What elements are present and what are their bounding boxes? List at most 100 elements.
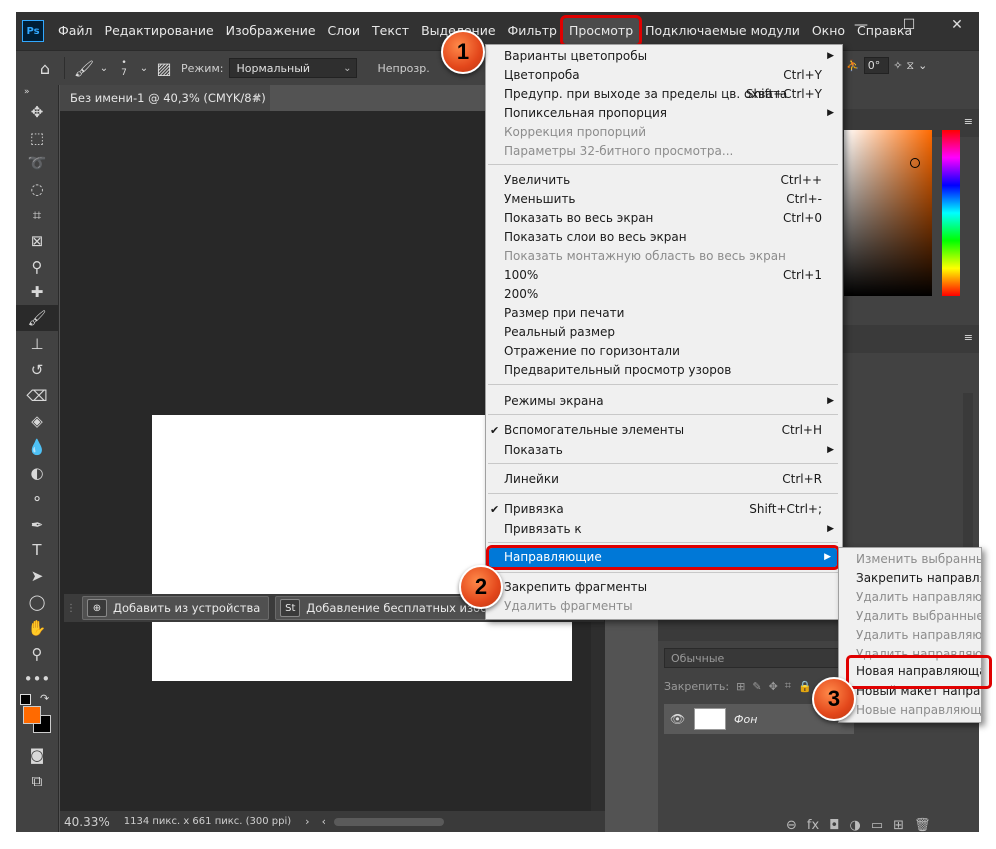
view-menu-item[interactable]: Предварительный просмотр узоров — [486, 361, 840, 380]
lock-transparency-icon[interactable]: ⊞ — [736, 680, 745, 693]
symmetry-icon[interactable]: ⧖ — [906, 59, 914, 73]
view-menu-item[interactable]: Увеличить Ctrl++ — [486, 171, 840, 190]
home-icon[interactable]: ⌂ — [32, 55, 58, 81]
view-menu-item[interactable]: 100% Ctrl+1 — [486, 266, 840, 285]
view-menu-item[interactable]: Привязать к ▶ — [486, 520, 840, 539]
dodge-tool-icon[interactable]: ◐ — [16, 460, 58, 486]
eyedropper-tool-icon[interactable]: ⚲ — [16, 254, 58, 280]
add-mask-icon[interactable]: ◘ — [829, 818, 839, 832]
stamp-tool-icon[interactable]: ⊥ — [16, 331, 58, 357]
swap-colors-icon[interactable]: ↷ — [40, 692, 49, 705]
move-tool-icon[interactable]: ✥ — [16, 99, 58, 125]
view-menu-item[interactable]: Отражение по горизонтали — [486, 342, 840, 361]
drag-handle-icon[interactable]: ⋮ — [66, 603, 76, 614]
guides-submenu-item[interactable]: Закрепить направляю — [839, 569, 981, 588]
default-colors-icon[interactable] — [20, 694, 31, 706]
view-menu-item-guides[interactable]: Направляющие ▶ — [486, 545, 840, 570]
chevron-down-icon[interactable]: ⌄ — [918, 59, 927, 72]
crop-tool-icon[interactable]: ⌗ — [16, 202, 58, 228]
link-layers-icon[interactable]: ⊖ — [786, 818, 797, 832]
view-menu-item[interactable]: Цветопроба Ctrl+Y — [486, 66, 840, 85]
view-menu-item[interactable]: Линейки Ctrl+R — [486, 470, 840, 489]
view-menu-item[interactable]: Варианты цветопробы ▶ — [486, 47, 840, 66]
view-menu-item[interactable]: ✔ Вспомогательные элементы Ctrl+H — [486, 421, 840, 440]
quick-select-tool-icon[interactable]: ◌ — [16, 176, 58, 202]
color-spectrum[interactable] — [844, 130, 932, 296]
healing-brush-tool-icon[interactable]: ✚ — [16, 280, 58, 306]
smudge-tool-icon[interactable]: ⚬ — [16, 486, 58, 512]
view-menu-item[interactable]: Закрепить фрагменты — [486, 578, 840, 597]
airbrush-icon[interactable]: ⛹ — [846, 59, 860, 72]
blend-mode-select[interactable]: Обычные — [664, 648, 850, 668]
menu-filter[interactable]: Фильтр — [502, 18, 563, 44]
quick-mask-icon[interactable]: ◙ — [16, 742, 58, 768]
view-menu-item[interactable]: Показать во весь экран Ctrl+0 — [486, 209, 840, 228]
lock-all-icon[interactable]: 🔒 — [798, 680, 812, 693]
ellipse-tool-icon[interactable]: ◯ — [16, 589, 58, 615]
menu-layers[interactable]: Слои — [322, 18, 367, 44]
hand-tool-icon[interactable]: ✋ — [16, 615, 58, 641]
brush-tool-icon[interactable]: 🖌 — [16, 305, 58, 332]
brush-preset-icon[interactable]: 🖌 — [71, 55, 97, 81]
menu-type[interactable]: Текст — [366, 18, 415, 44]
adjustment-layer-icon[interactable]: ◑ — [849, 818, 860, 832]
menu-edit[interactable]: Редактирование — [99, 18, 220, 44]
minimize-icon[interactable]: — — [838, 12, 884, 38]
frame-tool-icon[interactable]: ⊠ — [16, 228, 58, 254]
fx-icon[interactable]: fx — [807, 818, 819, 832]
paint-bucket-tool-icon[interactable]: ◈ — [16, 409, 58, 435]
eye-icon[interactable]: 👁 — [670, 712, 685, 726]
marquee-tool-icon[interactable]: ⬚ — [16, 125, 58, 151]
zoom-level[interactable]: 40.33% — [64, 815, 110, 829]
more-tools-icon[interactable]: ••• — [16, 667, 58, 693]
history-brush-tool-icon[interactable]: ↺ — [16, 357, 58, 383]
panel-menu-icon[interactable]: ≡ — [964, 331, 973, 344]
brush-size-picker[interactable]: • 7 — [111, 55, 137, 81]
screen-mode-icon[interactable]: ⧉ — [16, 768, 58, 794]
menu-file[interactable]: Файл — [52, 18, 99, 44]
document-tab[interactable]: Без имени-1 @ 40,3% (CMYK/8#) ✕ — [60, 85, 270, 111]
lock-artboard-icon[interactable]: ⌗ — [785, 679, 791, 693]
horizontal-scrollbar[interactable] — [333, 817, 444, 826]
blur-tool-icon[interactable]: 💧 — [16, 434, 58, 460]
group-folder-icon[interactable]: ▭ — [871, 818, 883, 832]
view-menu-item[interactable]: Предупр. при выходе за пределы цв. охват… — [486, 85, 840, 104]
close-icon[interactable]: ✕ — [934, 12, 979, 38]
foreground-color-swatch[interactable] — [23, 706, 41, 725]
angle-input[interactable]: 0° — [863, 57, 890, 74]
pen-tool-icon[interactable]: ✒ — [16, 512, 58, 538]
view-menu-item[interactable]: Реальный размер — [486, 323, 840, 342]
path-select-tool-icon[interactable]: ➤ — [16, 563, 58, 589]
menu-plugins[interactable]: Подключаемые модули — [639, 18, 806, 44]
view-menu-item[interactable]: Показать слои во весь экран — [486, 228, 840, 247]
new-layer-icon[interactable]: ⊞ — [893, 818, 904, 832]
chevron-down-icon[interactable]: ⌄ — [137, 55, 151, 81]
eraser-tool-icon[interactable]: ⌫ — [16, 383, 58, 409]
hue-slider[interactable] — [942, 130, 960, 296]
type-tool-icon[interactable]: T — [16, 538, 58, 564]
lock-position-icon[interactable]: ✥ — [769, 680, 778, 693]
view-menu-item[interactable]: Размер при печати — [486, 304, 840, 323]
mode-select[interactable]: Нормальный ⌄ — [229, 58, 358, 78]
view-menu-item[interactable]: Попиксельная пропорция ▶ — [486, 104, 840, 123]
lock-pixels-icon[interactable]: ✎ — [752, 680, 761, 693]
zoom-tool-icon[interactable]: ⚲ — [16, 641, 58, 667]
view-menu-item[interactable]: Показать ▶ — [486, 441, 840, 460]
trash-icon[interactable]: 🗑 — [914, 818, 931, 832]
add-from-device-button[interactable]: ⊕ Добавить из устройства — [82, 596, 270, 620]
color-picker-ring[interactable] — [910, 158, 920, 168]
menu-image[interactable]: Изображение — [220, 18, 322, 44]
maximize-icon[interactable]: ☐ — [886, 12, 932, 38]
brush-panel-icon[interactable]: ▨ — [151, 55, 177, 81]
document-info[interactable]: 1134 пикс. x 661 пикс. (300 ppi) — [124, 816, 291, 827]
pressure-size-icon[interactable]: ✧ — [893, 59, 902, 72]
view-menu-item[interactable]: 200% — [486, 285, 840, 304]
panel-scrollbar[interactable] — [963, 393, 973, 553]
panel-menu-icon[interactable]: ≡ — [964, 115, 973, 128]
view-menu-item[interactable]: Режимы экрана ▶ — [486, 392, 840, 411]
close-tab-icon[interactable]: ✕ — [252, 85, 262, 111]
chevron-left-icon[interactable]: ‹ — [322, 815, 326, 828]
lasso-tool-icon[interactable]: ➰ — [16, 151, 58, 177]
view-menu-item[interactable]: ✔ Привязка Shift+Ctrl+; — [486, 500, 840, 519]
menu-view[interactable]: Просмотр — [559, 15, 643, 47]
